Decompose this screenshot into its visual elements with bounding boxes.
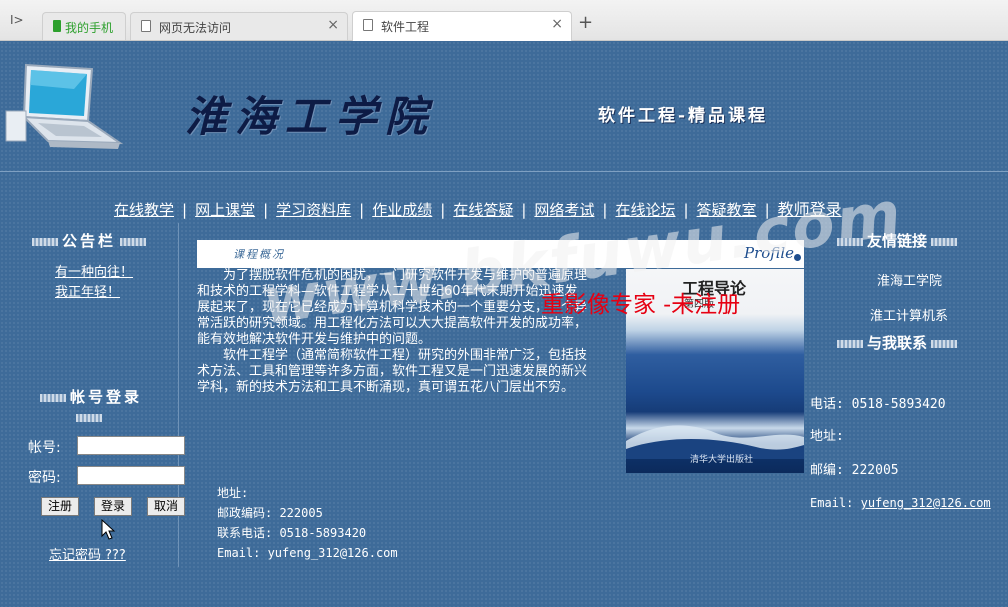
email-link[interactable]: yufeng_312@126.com — [861, 496, 991, 510]
nav-online-qa[interactable]: 在线答疑 — [453, 201, 513, 219]
contact-phone: 电话: 0518-5893420 — [810, 397, 946, 412]
password-label: 密码: — [28, 470, 61, 486]
forgot-password-link[interactable]: 忘记密码 ??? — [17, 544, 126, 563]
contact-address: 地址: — [810, 429, 844, 444]
heading-decoration — [931, 238, 957, 246]
tab-my-phone[interactable]: 我的手机 — [42, 12, 126, 40]
links-title: 友情链接 — [866, 232, 927, 250]
contact-postcode: 邮编: 222005 — [810, 463, 899, 478]
close-tab-icon[interactable]: × — [327, 17, 339, 33]
nav-separator: | — [440, 201, 446, 219]
nav-online-teaching[interactable]: 在线教学 — [114, 201, 174, 219]
forgot-password-text: 忘记密码 ??? — [49, 548, 126, 563]
registration-overlay: 重影像专家 -未注册 — [541, 292, 741, 318]
notice-link[interactable]: 有一种向往！ — [55, 261, 133, 280]
nav-separator: | — [182, 201, 188, 219]
book-publisher: 清华大学出版社 — [690, 455, 754, 465]
contact-heading: 与我联系 — [830, 333, 964, 353]
nav-web-classroom[interactable]: 网上课堂 — [195, 201, 255, 219]
links-heading: 友情链接 — [830, 231, 964, 251]
new-tab-button[interactable]: + — [578, 13, 593, 33]
heading-decoration — [120, 238, 146, 246]
tab-label: 网页无法访问 — [159, 21, 232, 35]
web-page: 淮海工学院 软件工程-精品课程 在线教学 | 网上课堂 | 学习资料库 | 作业成绩 | 在线答… — [0, 41, 1008, 607]
footer-address: 地址: — [217, 486, 249, 500]
heading-decoration — [836, 340, 863, 348]
friend-link[interactable]: 淮海工学院 — [877, 270, 942, 289]
nav-online-exam[interactable]: 网络考试 — [534, 201, 594, 219]
footer-postcode: 邮政编码: 222005 — [217, 506, 323, 520]
page-icon — [141, 20, 151, 32]
heading-decoration — [39, 394, 66, 402]
account-input[interactable] — [77, 436, 185, 455]
page-icon — [363, 19, 373, 31]
contact-email-row: Email: yufeng_312@126.com — [810, 496, 991, 510]
section-title: 课程概况 — [233, 248, 285, 261]
school-name: 淮海工学院 — [185, 92, 436, 141]
close-tab-icon[interactable]: × — [551, 16, 563, 32]
tab-page-unreachable[interactable]: 网页无法访问 × — [130, 12, 348, 40]
tab-label: 软件工程 — [381, 20, 430, 34]
intro-paragraph: 软件工程学（通常简称软件工程）研究的外围非常广泛，包括技术方法、工具和管理等许多… — [197, 348, 588, 395]
notice-link[interactable]: 我正年轻！ — [55, 281, 120, 300]
login-title: 帐号登录 — [69, 388, 142, 406]
nav-resource-library[interactable]: 学习资料库 — [276, 201, 351, 219]
friend-link[interactable]: 淮工计算机系 — [870, 305, 948, 324]
tab-software-engineering[interactable]: 软件工程 × — [352, 11, 572, 41]
email-label: Email: — [810, 496, 854, 510]
site-banner: 淮海工学院 软件工程-精品课程 — [0, 41, 1008, 172]
notice-heading: 公告栏 — [22, 231, 156, 251]
login-button[interactable]: 登录 — [94, 497, 133, 516]
heading-decoration — [836, 238, 863, 246]
register-button[interactable]: 注册 — [41, 497, 80, 516]
contact-title: 与我联系 — [866, 334, 927, 352]
nav-separator: | — [521, 201, 527, 219]
login-heading: 帐号登录 — [22, 387, 156, 422]
tab-label: 我的手机 — [65, 21, 114, 35]
heading-decoration — [31, 238, 58, 246]
cancel-button[interactable]: 取消 — [147, 497, 186, 516]
heading-decoration — [931, 340, 957, 348]
footer-contact: 地址: 邮政编码: 222005 联系电话: 0518-5893420 Emai… — [217, 483, 398, 563]
browser-tab-bar: I> 我的手机 网页无法访问 × 软件工程 × + — [0, 0, 1008, 41]
notice-title: 公告栏 — [61, 232, 116, 250]
nav-separator: | — [263, 201, 269, 219]
mouse-cursor-icon — [101, 519, 116, 540]
nav-separator: | — [359, 201, 365, 219]
laptop-icon — [5, 63, 124, 149]
sidebar-toggle-icon[interactable]: I> — [10, 13, 24, 27]
nav-homework-scores[interactable]: 作业成绩 — [372, 201, 432, 219]
account-label: 帐号: — [28, 440, 61, 456]
course-name: 软件工程-精品课程 — [598, 106, 769, 126]
footer-phone: 联系电话: 0518-5893420 — [217, 526, 367, 540]
footer-email: Email: yufeng_312@126.com — [217, 546, 398, 560]
heading-decoration — [76, 414, 102, 422]
password-input[interactable] — [77, 466, 185, 485]
phone-icon — [53, 20, 61, 32]
